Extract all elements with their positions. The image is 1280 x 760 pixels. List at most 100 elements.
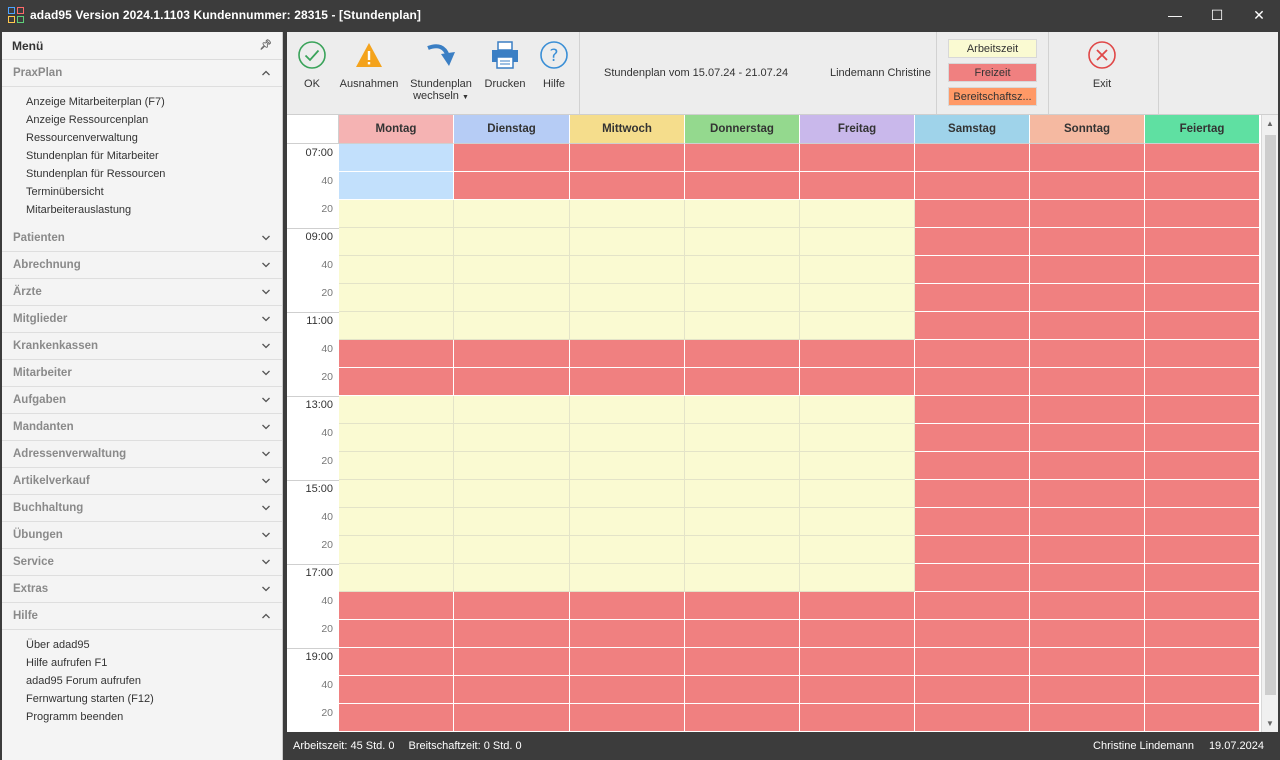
schedule-cell-arbeitszeit[interactable] bbox=[339, 452, 454, 480]
menu-section-mitarbeiter[interactable]: Mitarbeiter bbox=[2, 360, 282, 387]
menu-section-krankenkassen[interactable]: Krankenkassen bbox=[2, 333, 282, 360]
pin-icon[interactable]: 📌︎ bbox=[259, 40, 272, 51]
menu-section-patienten[interactable]: Patienten bbox=[2, 225, 282, 252]
schedule-cell-freizeit[interactable] bbox=[1145, 480, 1260, 508]
schedule-cell-arbeitszeit[interactable] bbox=[454, 200, 570, 228]
schedule-cell-freizeit[interactable] bbox=[915, 452, 1030, 480]
schedule-cell-freizeit[interactable] bbox=[454, 676, 570, 704]
schedule-cell-freizeit[interactable] bbox=[1145, 564, 1260, 592]
menu-item[interactable]: adad95 Forum aufrufen bbox=[26, 672, 282, 690]
schedule-cell-freizeit[interactable] bbox=[915, 284, 1030, 312]
schedule-cell-freizeit[interactable] bbox=[570, 340, 685, 368]
schedule-cell-arbeitszeit[interactable] bbox=[800, 284, 915, 312]
schedule-cell-freizeit[interactable] bbox=[339, 704, 454, 732]
menu-section-service[interactable]: Service bbox=[2, 549, 282, 576]
schedule-cell-freizeit[interactable] bbox=[454, 340, 570, 368]
schedule-cell-freizeit[interactable] bbox=[1145, 172, 1260, 200]
schedule-cell-arbeitszeit[interactable] bbox=[570, 452, 685, 480]
stundenplan-wechseln-button[interactable]: Stundenplan wechseln ▼ bbox=[408, 38, 474, 104]
schedule-cell-freizeit[interactable] bbox=[685, 144, 800, 172]
schedule-cell-freizeit[interactable] bbox=[1145, 144, 1260, 172]
schedule-cell-freizeit[interactable] bbox=[1030, 648, 1145, 676]
schedule-cell-arbeitszeit[interactable] bbox=[800, 508, 915, 536]
schedule-cell-freizeit[interactable] bbox=[685, 648, 800, 676]
menu-item[interactable]: Anzeige Mitarbeiterplan (F7) bbox=[26, 93, 282, 111]
schedule-cell-arbeitszeit[interactable] bbox=[339, 536, 454, 564]
schedule-cell-arbeitszeit[interactable] bbox=[800, 452, 915, 480]
schedule-cell-freizeit[interactable] bbox=[339, 676, 454, 704]
schedule-cell-freizeit[interactable] bbox=[339, 340, 454, 368]
schedule-cell-freizeit[interactable] bbox=[570, 648, 685, 676]
schedule-cell-freizeit[interactable] bbox=[1030, 228, 1145, 256]
schedule-cell-arbeitszeit[interactable] bbox=[800, 396, 915, 424]
schedule-cell-arbeitszeit[interactable] bbox=[685, 536, 800, 564]
menu-item[interactable]: Stundenplan für Mitarbeiter bbox=[26, 147, 282, 165]
schedule-cell-arbeitszeit[interactable] bbox=[685, 256, 800, 284]
schedule-cell-freizeit[interactable] bbox=[915, 256, 1030, 284]
schedule-cell-arbeitszeit[interactable] bbox=[454, 256, 570, 284]
schedule-cell-freizeit[interactable] bbox=[915, 676, 1030, 704]
schedule-cell-freizeit[interactable] bbox=[915, 564, 1030, 592]
menu-section-übungen[interactable]: Übungen bbox=[2, 522, 282, 549]
schedule-cell-freizeit[interactable] bbox=[1030, 536, 1145, 564]
schedule-cell-freizeit[interactable] bbox=[454, 144, 570, 172]
schedule-cell-freizeit[interactable] bbox=[915, 312, 1030, 340]
menu-section-praxplan[interactable]: PraxPlan bbox=[2, 60, 282, 87]
schedule-cell-freizeit[interactable] bbox=[1145, 284, 1260, 312]
scrollbar-thumb[interactable] bbox=[1265, 135, 1276, 695]
schedule-cell-arbeitszeit[interactable] bbox=[685, 564, 800, 592]
schedule-cell-freizeit[interactable] bbox=[1030, 480, 1145, 508]
schedule-cell-freizeit[interactable] bbox=[915, 480, 1030, 508]
schedule-cell-arbeitszeit[interactable] bbox=[800, 256, 915, 284]
schedule-cell-arbeitszeit[interactable] bbox=[570, 284, 685, 312]
schedule-cell-freizeit[interactable] bbox=[915, 508, 1030, 536]
schedule-cell-arbeitszeit[interactable] bbox=[339, 508, 454, 536]
schedule-cell-freizeit[interactable] bbox=[1145, 200, 1260, 228]
schedule-cell-freizeit[interactable] bbox=[1030, 312, 1145, 340]
hilfe-button[interactable]: ? Hilfe bbox=[537, 38, 571, 90]
schedule-cell-selected[interactable] bbox=[339, 144, 454, 172]
close-button[interactable]: ✕ bbox=[1238, 0, 1280, 30]
schedule-cell-freizeit[interactable] bbox=[339, 620, 454, 648]
schedule-cell-freizeit[interactable] bbox=[570, 172, 685, 200]
schedule-cell-freizeit[interactable] bbox=[1145, 424, 1260, 452]
schedule-cell-freizeit[interactable] bbox=[1145, 340, 1260, 368]
schedule-cell-freizeit[interactable] bbox=[685, 620, 800, 648]
minimize-button[interactable]: — bbox=[1154, 0, 1196, 30]
menu-item[interactable]: Mitarbeiterauslastung bbox=[26, 201, 282, 219]
schedule-cell-arbeitszeit[interactable] bbox=[800, 424, 915, 452]
schedule-cell-arbeitszeit[interactable] bbox=[339, 284, 454, 312]
schedule-cell-arbeitszeit[interactable] bbox=[454, 424, 570, 452]
schedule-cell-freizeit[interactable] bbox=[570, 704, 685, 732]
schedule-cell-arbeitszeit[interactable] bbox=[685, 480, 800, 508]
schedule-cell-freizeit[interactable] bbox=[1030, 284, 1145, 312]
schedule-cell-freizeit[interactable] bbox=[454, 368, 570, 396]
menu-item[interactable]: Programm beenden bbox=[26, 708, 282, 726]
schedule-cell-freizeit[interactable] bbox=[685, 172, 800, 200]
schedule-cell-arbeitszeit[interactable] bbox=[570, 424, 685, 452]
schedule-cell-arbeitszeit[interactable] bbox=[454, 480, 570, 508]
schedule-cell-freizeit[interactable] bbox=[915, 424, 1030, 452]
menu-item[interactable]: Terminübersicht bbox=[26, 183, 282, 201]
schedule-cell-arbeitszeit[interactable] bbox=[685, 396, 800, 424]
schedule-cell-freizeit[interactable] bbox=[800, 620, 915, 648]
menu-section-mandanten[interactable]: Mandanten bbox=[2, 414, 282, 441]
schedule-cell-freizeit[interactable] bbox=[685, 592, 800, 620]
schedule-cell-freizeit[interactable] bbox=[1030, 452, 1145, 480]
schedule-cell-freizeit[interactable] bbox=[915, 228, 1030, 256]
schedule-cell-arbeitszeit[interactable] bbox=[570, 256, 685, 284]
schedule-cell-freizeit[interactable] bbox=[800, 340, 915, 368]
schedule-cell-arbeitszeit[interactable] bbox=[339, 200, 454, 228]
schedule-cell-freizeit[interactable] bbox=[1030, 564, 1145, 592]
schedule-cell-freizeit[interactable] bbox=[915, 648, 1030, 676]
menu-section-artikelverkauf[interactable]: Artikelverkauf bbox=[2, 468, 282, 495]
schedule-cell-arbeitszeit[interactable] bbox=[339, 396, 454, 424]
menu-item[interactable]: Ressourcenverwaltung bbox=[26, 129, 282, 147]
schedule-cell-freizeit[interactable] bbox=[915, 172, 1030, 200]
schedule-cell-arbeitszeit[interactable] bbox=[454, 228, 570, 256]
schedule-cell-freizeit[interactable] bbox=[1030, 144, 1145, 172]
schedule-cell-freizeit[interactable] bbox=[915, 620, 1030, 648]
schedule-cell-freizeit[interactable] bbox=[1030, 676, 1145, 704]
schedule-cell-arbeitszeit[interactable] bbox=[454, 312, 570, 340]
schedule-cell-freizeit[interactable] bbox=[915, 396, 1030, 424]
